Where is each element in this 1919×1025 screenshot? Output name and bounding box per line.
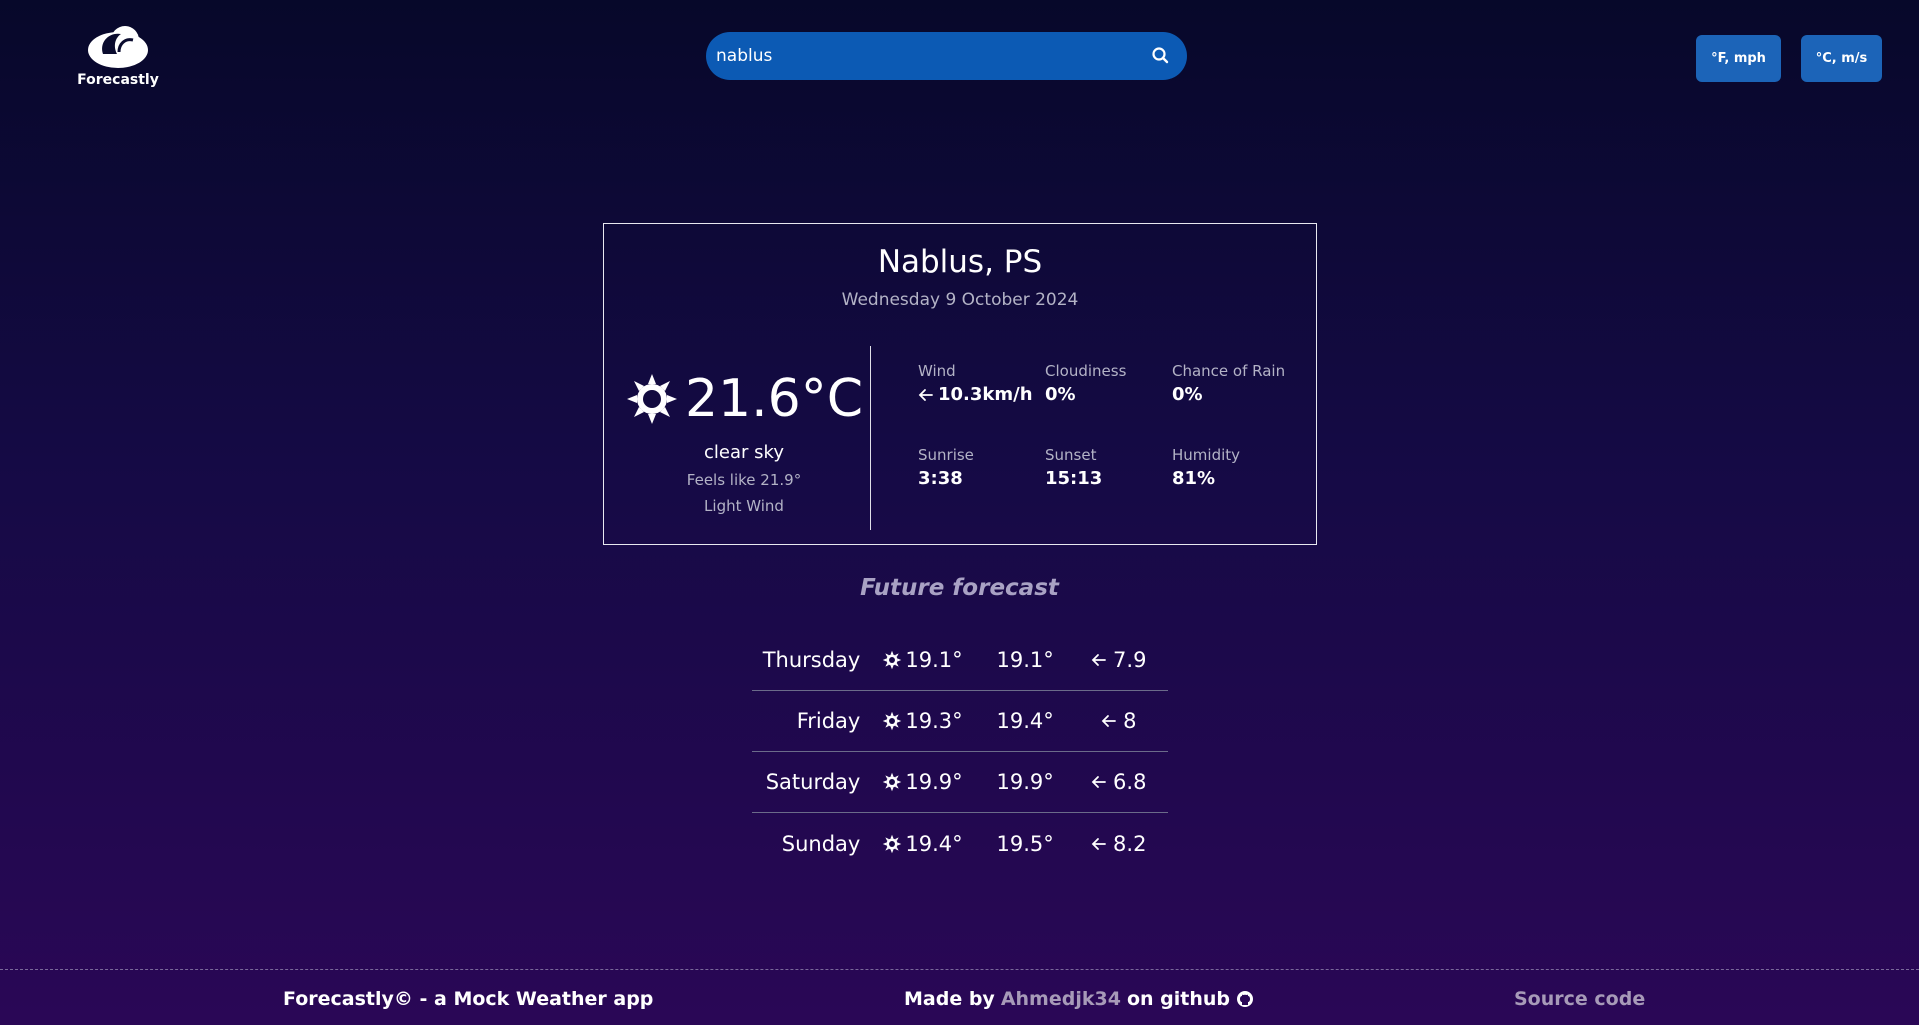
sun-icon: [883, 772, 902, 792]
forecast-min: 19.1°: [905, 648, 963, 672]
github-icon[interactable]: [1236, 990, 1254, 1008]
stat-sunset: Sunset 15:13: [1045, 446, 1165, 489]
stat-label: Humidity: [1172, 446, 1241, 464]
forecast-table: Thursday 19.1° 19.1° 7.9 Friday 19.3° 19…: [752, 630, 1168, 874]
city-title: Nablus, PS: [877, 244, 1043, 280]
stat-humidity: Humidity 81%: [1172, 446, 1292, 489]
metric-units-button[interactable]: °C, m/s: [1801, 35, 1882, 82]
sun-icon: [883, 650, 902, 670]
arrow-left-icon: [1091, 776, 1106, 788]
stat-wind: Wind 10.3km/h: [918, 362, 1038, 405]
forecast-day: Sunday: [781, 831, 861, 856]
forecast-title: Future forecast: [860, 575, 1059, 601]
forecast-max: 19.1°: [996, 648, 1054, 672]
sun-icon: [883, 711, 902, 731]
stat-label: Sunrise: [918, 446, 974, 464]
current-weather-card: Nablus, PS Wednesday 9 October 2024 21.6…: [603, 223, 1317, 545]
sun-icon: [626, 374, 677, 424]
stat-sunrise: Sunrise 3:38: [918, 446, 1038, 489]
stat-value: 15:13: [1045, 468, 1103, 489]
stat-value: 0%: [1045, 384, 1076, 405]
forecast-row: Thursday 19.1° 19.1° 7.9: [752, 630, 1168, 691]
forecast-wind: 8.2: [1113, 831, 1147, 856]
arrow-left-icon: [1091, 654, 1106, 666]
card-divider: [870, 346, 871, 530]
app-logo[interactable]: Forecastly: [75, 24, 161, 88]
sun-icon: [883, 834, 902, 853]
forecast-day: Friday: [796, 709, 861, 733]
logo-text: Forecastly: [77, 72, 159, 88]
wind-description: Light Wind: [704, 497, 784, 515]
forecast-max: 19.9°: [996, 770, 1054, 794]
forecast-row: Friday 19.3° 19.4° 8: [752, 691, 1168, 752]
feels-like: Feels like 21.9°: [686, 471, 802, 489]
forecast-day: Saturday: [765, 770, 861, 794]
arrow-left-icon: [1101, 715, 1116, 727]
stat-value: 0%: [1172, 384, 1203, 405]
stat-label: Cloudiness: [1045, 362, 1127, 380]
current-date: Wednesday 9 October 2024: [841, 290, 1079, 310]
stat-chance-of-rain: Chance of Rain 0%: [1172, 362, 1312, 405]
forecast-wind: 8: [1123, 709, 1137, 733]
made-by-text: Made by: [904, 988, 995, 1010]
forecast-min: 19.4°: [905, 831, 963, 856]
forecast-min: 19.3°: [905, 709, 963, 733]
author-link[interactable]: Ahmedjk34: [1001, 988, 1121, 1010]
footer-copyright: Forecastly© - a Mock Weather app: [283, 988, 654, 1010]
arrow-left-icon: [918, 388, 933, 401]
search-icon[interactable]: [1149, 44, 1173, 68]
forecast-max: 19.5°: [996, 831, 1054, 856]
stat-value: 10.3km/h: [938, 384, 1033, 405]
current-summary: 21.6°C clear sky Feels like 21.9° Light …: [624, 364, 864, 515]
forecast-row: Saturday 19.9° 19.9° 6.8: [752, 752, 1168, 813]
on-github-text: on github: [1126, 988, 1230, 1010]
stat-label: Sunset: [1045, 446, 1097, 464]
source-code-link[interactable]: Source code: [1514, 988, 1645, 1010]
stat-value: 3:38: [918, 468, 963, 489]
footer-credits: Made by Ahmedjk34 on github: [904, 988, 1254, 1010]
forecast-wind: 7.9: [1113, 648, 1147, 672]
arrow-left-icon: [1091, 837, 1106, 850]
stat-cloudiness: Cloudiness 0%: [1045, 362, 1165, 405]
current-temperature: 21.6°C: [684, 369, 864, 429]
stat-value: 81%: [1172, 468, 1216, 489]
stat-label: Wind: [918, 362, 956, 380]
search-input[interactable]: [716, 46, 1137, 66]
forecast-wind: 6.8: [1113, 770, 1147, 794]
forecast-day: Thursday: [762, 648, 861, 672]
forecast-max: 19.4°: [996, 709, 1054, 733]
stat-label: Chance of Rain: [1172, 362, 1286, 380]
cloud-logo-icon: [88, 26, 148, 68]
weather-description: clear sky: [704, 442, 784, 463]
forecast-row: Sunday 19.4° 19.5° 8.2: [752, 813, 1168, 874]
imperial-units-button[interactable]: °F, mph: [1696, 35, 1781, 82]
footer: Forecastly© - a Mock Weather app Made by…: [0, 969, 1919, 1025]
search-bar: [706, 32, 1187, 80]
forecast-min: 19.9°: [905, 770, 963, 794]
